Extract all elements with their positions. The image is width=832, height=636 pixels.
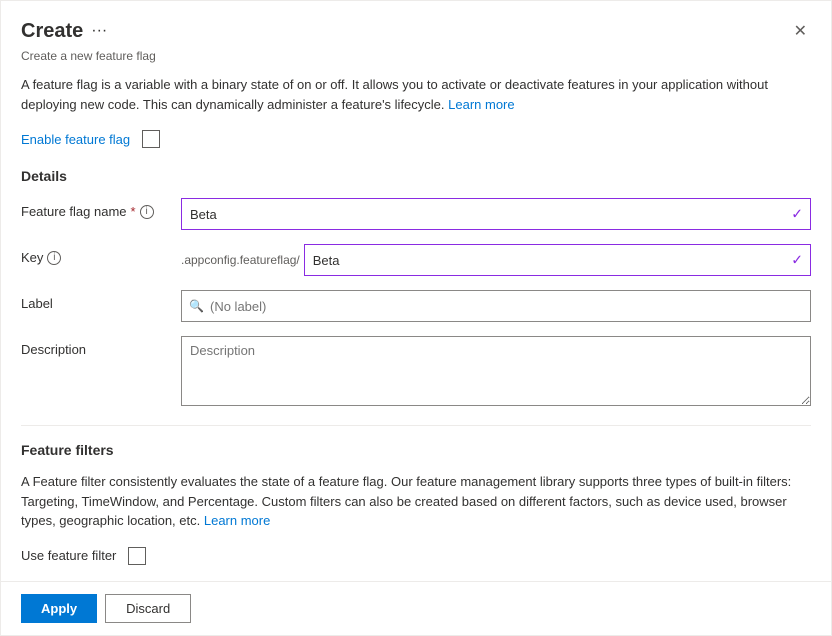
- feature-flag-name-row: Feature flag name * i ✓: [21, 198, 811, 230]
- apply-button[interactable]: Apply: [21, 594, 97, 623]
- label-row: Label 🔍: [21, 290, 811, 322]
- key-checkmark: ✓: [791, 252, 803, 269]
- feature-filters-title: Feature filters: [21, 442, 811, 458]
- feature-filters-section: Feature filters A Feature filter consist…: [21, 442, 811, 565]
- enable-feature-flag-checkbox[interactable]: [142, 130, 160, 148]
- details-section-title: Details: [21, 168, 811, 184]
- description-textarea[interactable]: [181, 336, 811, 406]
- dialog-footer: Apply Discard: [1, 581, 831, 635]
- description-row: Description: [21, 336, 811, 409]
- close-icon: ✕: [794, 21, 807, 41]
- label-label: Label: [21, 290, 181, 311]
- dialog-ellipsis: ···: [91, 22, 107, 40]
- use-feature-filter-checkbox[interactable]: [128, 547, 146, 565]
- dialog-header: Create ··· ✕: [1, 1, 831, 49]
- label-input[interactable]: [181, 290, 811, 322]
- intro-learn-more-link[interactable]: Learn more: [448, 97, 514, 112]
- filter-description-text: A Feature filter consistently evaluates …: [21, 472, 811, 531]
- key-input-wrapper: ✓: [304, 244, 811, 276]
- dialog-title: Create: [21, 20, 83, 43]
- details-section: Details Feature flag name * i ✓: [21, 168, 811, 409]
- required-star: *: [131, 204, 136, 219]
- label-field: 🔍: [181, 290, 811, 322]
- intro-text: A feature flag is a variable with a bina…: [21, 75, 811, 114]
- section-divider: [21, 425, 811, 426]
- enable-feature-flag-row: Enable feature flag: [21, 130, 811, 148]
- enable-feature-flag-label: Enable feature flag: [21, 132, 130, 147]
- key-prefix: .appconfig.featureflag/: [181, 253, 300, 267]
- description-field: [181, 336, 811, 409]
- feature-flag-name-label: Feature flag name * i: [21, 198, 181, 219]
- label-input-wrapper: 🔍: [181, 290, 811, 322]
- feature-flag-name-checkmark: ✓: [791, 206, 803, 223]
- dialog-body: A feature flag is a variable with a bina…: [1, 75, 831, 581]
- key-row: Key i .appconfig.featureflag/ ✓: [21, 244, 811, 276]
- feature-flag-name-field: ✓: [181, 198, 811, 230]
- create-feature-flag-dialog: Create ··· ✕ Create a new feature flag A…: [0, 0, 832, 636]
- feature-flag-name-info-icon[interactable]: i: [140, 205, 154, 219]
- filter-learn-more-link[interactable]: Learn more: [204, 513, 270, 528]
- close-button[interactable]: ✕: [790, 17, 811, 45]
- description-label: Description: [21, 336, 181, 357]
- dialog-subtitle: Create a new feature flag: [1, 49, 831, 75]
- key-input[interactable]: [304, 244, 811, 276]
- search-icon: 🔍: [189, 299, 204, 313]
- key-info-icon[interactable]: i: [47, 251, 61, 265]
- key-label: Key i: [21, 244, 181, 265]
- use-feature-filter-label: Use feature filter: [21, 548, 116, 563]
- use-feature-filter-row: Use feature filter: [21, 547, 811, 565]
- key-field: .appconfig.featureflag/ ✓: [181, 244, 811, 276]
- feature-flag-name-input-wrapper: ✓: [181, 198, 811, 230]
- feature-flag-name-input[interactable]: [181, 198, 811, 230]
- discard-button[interactable]: Discard: [105, 594, 191, 623]
